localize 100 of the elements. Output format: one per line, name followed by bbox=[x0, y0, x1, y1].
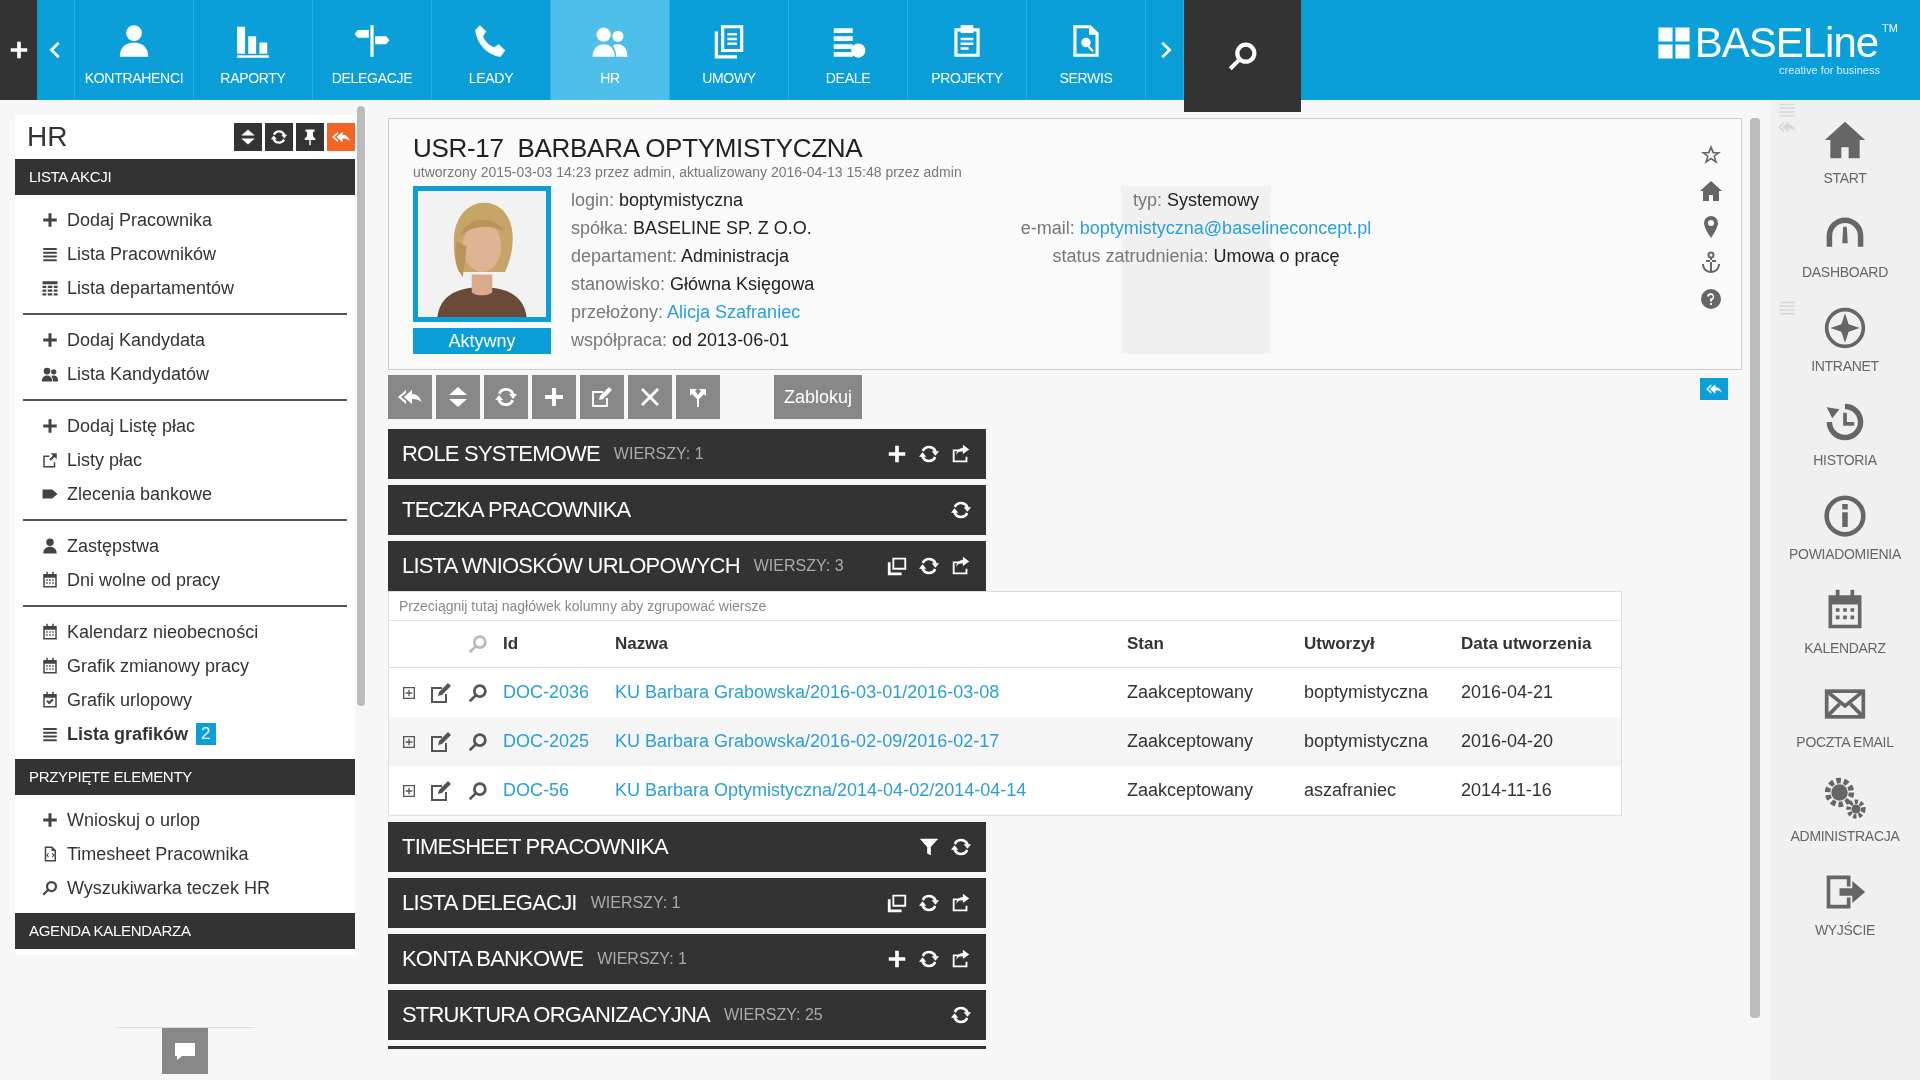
search-icon[interactable] bbox=[467, 730, 489, 753]
toolbar-button[interactable] bbox=[628, 375, 672, 419]
sidebar-item[interactable]: WYJŚCIE bbox=[1814, 852, 1876, 946]
row-count: WIERSZY: 1 bbox=[590, 894, 681, 912]
export-icon bbox=[950, 443, 972, 465]
column-header[interactable]: Stan bbox=[1115, 634, 1292, 654]
toolbar-button[interactable] bbox=[676, 375, 720, 419]
expand-icon[interactable] bbox=[401, 684, 417, 701]
menu-item[interactable]: Lista Kandydatów bbox=[23, 357, 347, 391]
section-action[interactable] bbox=[886, 555, 908, 577]
section-action[interactable] bbox=[918, 443, 940, 465]
field-text: przełożony: Alicja Szafraniec bbox=[571, 301, 801, 324]
sidebar-item[interactable]: START bbox=[1823, 100, 1867, 194]
column-header[interactable]: Utworzył bbox=[1292, 634, 1449, 654]
edit-icon[interactable] bbox=[429, 729, 453, 754]
section-header[interactable]: TECZKA PRACOWNIKA bbox=[388, 485, 986, 535]
section-action[interactable] bbox=[918, 892, 940, 914]
toolbar-button[interactable] bbox=[436, 375, 480, 419]
refresh-button[interactable] bbox=[265, 123, 293, 151]
menu-item[interactable]: Lista Pracowników bbox=[23, 237, 347, 271]
sidebar-item[interactable]: DASHBOARD bbox=[1802, 194, 1888, 288]
section-header[interactable]: STRUKTURA ORGANIZACYJNA WIERSZY: 25 bbox=[388, 990, 986, 1040]
section-header[interactable]: AGENDA KALENDARZA bbox=[15, 913, 355, 949]
menu-item[interactable]: Grafik urlopowy bbox=[23, 683, 347, 717]
column-header[interactable]: Id bbox=[491, 634, 603, 654]
menu-item[interactable]: Listy płac bbox=[23, 443, 347, 477]
search-button[interactable] bbox=[1184, 0, 1301, 112]
toolbar-button[interactable] bbox=[484, 375, 528, 419]
sidebar-item[interactable]: KALENDARZ bbox=[1804, 570, 1886, 664]
menu-item[interactable]: Lista grafików 2 bbox=[23, 717, 347, 751]
menu-item[interactable]: Dni wolne od pracy bbox=[23, 563, 347, 597]
panel-title: HR bbox=[27, 121, 68, 153]
scrollbar[interactable] bbox=[357, 106, 365, 706]
chat-button[interactable] bbox=[162, 1028, 208, 1074]
menu-item[interactable]: Timesheet Pracownika bbox=[23, 837, 347, 871]
windows-icon bbox=[886, 555, 908, 577]
menu-item[interactable]: Wyszukiwarka teczek HR bbox=[23, 871, 347, 905]
pin-button[interactable] bbox=[296, 123, 324, 151]
calendar-icon bbox=[41, 571, 59, 589]
toolbar-button[interactable] bbox=[532, 375, 576, 419]
menu-item[interactable]: Wnioskuj o urlop bbox=[23, 803, 347, 837]
home-icon[interactable] bbox=[1699, 179, 1723, 203]
menu-item[interactable]: Zastępstwa bbox=[23, 529, 347, 563]
section-action[interactable] bbox=[950, 499, 972, 521]
section-header[interactable]: KONTA BANKOWE WIERSZY: 1 bbox=[388, 934, 986, 984]
column-header[interactable]: Data utworzenia bbox=[1449, 634, 1611, 654]
plus-icon bbox=[886, 443, 908, 465]
section-action[interactable] bbox=[950, 892, 972, 914]
section-action[interactable] bbox=[950, 555, 972, 577]
search-icon[interactable] bbox=[467, 681, 489, 704]
edit-icon[interactable] bbox=[429, 680, 453, 705]
edit-icon[interactable] bbox=[429, 778, 453, 803]
menu-item[interactable]: Dodaj Listę płac bbox=[23, 409, 347, 443]
menu-item[interactable]: Zlecenia bankowe bbox=[23, 477, 347, 511]
section-action[interactable] bbox=[950, 443, 972, 465]
anchor-icon[interactable] bbox=[1699, 251, 1723, 275]
section-action[interactable] bbox=[950, 1004, 972, 1026]
section-action[interactable] bbox=[918, 836, 940, 858]
toolbar-button[interactable] bbox=[388, 375, 432, 419]
section-title: LISTA DELEGACJI bbox=[402, 890, 577, 916]
section-action[interactable] bbox=[886, 443, 908, 465]
scrollbar[interactable] bbox=[1750, 118, 1760, 1018]
sidebar-item[interactable]: INTRANET bbox=[1811, 288, 1879, 382]
collapse-button[interactable] bbox=[234, 123, 262, 151]
logo: BASELine$^{TM}$ creative for business bbox=[1656, 0, 1920, 100]
help-icon[interactable] bbox=[1699, 287, 1723, 311]
menu-item[interactable]: Grafik zmianowy pracy bbox=[23, 649, 347, 683]
menu-item[interactable]: Dodaj Kandydata bbox=[23, 323, 347, 357]
sidebar-item[interactable]: POCZTA EMAIL bbox=[1796, 664, 1894, 758]
field-text: współpraca: od 2013-06-01 bbox=[571, 329, 790, 352]
section-action[interactable] bbox=[886, 892, 908, 914]
section-header[interactable]: LISTA DELEGACJI WIERSZY: 1 bbox=[388, 878, 986, 928]
table-cell-text: 2016-04-21 bbox=[1460, 682, 1555, 703]
section-action[interactable] bbox=[918, 948, 940, 970]
compass-icon bbox=[1823, 306, 1867, 350]
section-header[interactable]: PRZYPIĘTE ELEMENTY bbox=[15, 759, 355, 795]
section-header[interactable]: LISTA WNIOSKÓW URLOPOWYCH WIERSZY: 3 bbox=[388, 541, 986, 591]
plus-icon bbox=[41, 811, 59, 829]
sidebar-item[interactable]: HISTORIA bbox=[1813, 382, 1877, 476]
column-header[interactable]: Nazwa bbox=[603, 634, 1115, 654]
menu-item[interactable]: Lista departamentów bbox=[23, 271, 347, 305]
section-action[interactable] bbox=[886, 948, 908, 970]
section-action[interactable] bbox=[918, 555, 940, 577]
section-title: TECZKA PRACOWNIKA bbox=[402, 497, 631, 523]
section-header[interactable]: LISTA AKCJI bbox=[15, 159, 355, 195]
section-header[interactable]: TIMESHEET PRACOWNIKA bbox=[388, 822, 986, 872]
add-button[interactable] bbox=[0, 0, 37, 100]
block-button[interactable]: Zablokuj bbox=[774, 375, 863, 419]
section-action[interactable] bbox=[950, 836, 972, 858]
sidebar-item[interactable]: ADMINISTRACJA bbox=[1790, 758, 1900, 852]
expand-icon[interactable] bbox=[401, 782, 417, 799]
menu-item[interactable]: Dodaj Pracownika bbox=[23, 203, 347, 237]
section-header[interactable]: ROLE SYSTEMOWE WIERSZY: 1 bbox=[388, 429, 986, 479]
section-action[interactable] bbox=[950, 948, 972, 970]
search-icon[interactable] bbox=[467, 779, 489, 802]
menu-item[interactable]: Kalendarz nieobecności bbox=[23, 615, 347, 649]
gears-icon bbox=[1823, 776, 1867, 820]
expand-icon[interactable] bbox=[401, 733, 417, 750]
sidebar-item[interactable]: POWIADOMIENIA bbox=[1789, 476, 1901, 570]
toolbar-button[interactable] bbox=[580, 375, 624, 419]
